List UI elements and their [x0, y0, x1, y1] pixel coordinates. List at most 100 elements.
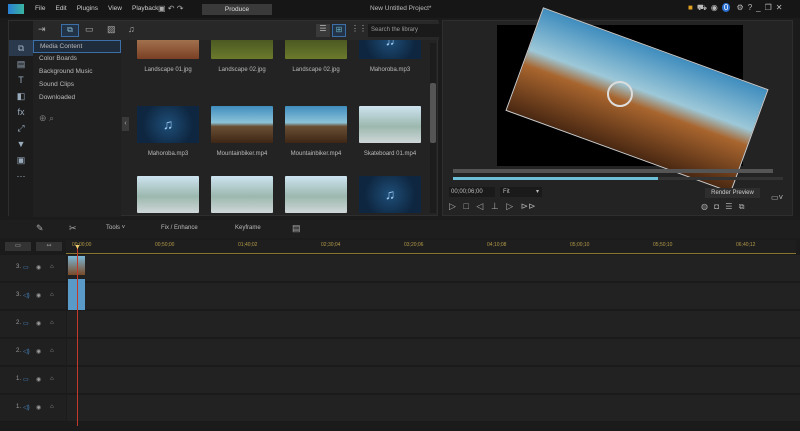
- track-lane[interactable]: [67, 367, 800, 394]
- media-thumbnail[interactable]: [359, 106, 421, 143]
- help-icon[interactable]: ?: [748, 3, 756, 12]
- media-thumbnail[interactable]: [211, 40, 273, 59]
- gift-icon[interactable]: ■: [688, 3, 697, 12]
- menu-file[interactable]: File: [35, 5, 45, 12]
- undo-redo[interactable]: ▣ ↶ ↷: [158, 4, 183, 13]
- playhead-marker-icon[interactable]: ▼: [74, 244, 81, 251]
- transition-room-icon[interactable]: ◧: [9, 88, 33, 104]
- scrollbar-thumb[interactable]: [430, 83, 436, 143]
- media-room-icon[interactable]: ⧉: [9, 40, 33, 56]
- display-mode-icon[interactable]: ▭˅: [771, 193, 783, 202]
- snapshot-icon[interactable]: ⊥: [491, 201, 499, 211]
- restore-icon[interactable]: ❐: [765, 3, 776, 12]
- media-filter-all-icon[interactable]: ⧉: [61, 24, 79, 37]
- produce-button[interactable]: Produce: [202, 4, 272, 15]
- media-thumbnail[interactable]: [285, 40, 347, 59]
- menu-view[interactable]: View: [108, 5, 122, 12]
- category-sound-clips[interactable]: Sound Clips: [33, 79, 121, 92]
- split-icon[interactable]: ✂: [69, 223, 77, 234]
- menu-plugins[interactable]: Plugins: [77, 5, 98, 12]
- notification-badge[interactable]: 0: [721, 3, 731, 12]
- lock-icon[interactable]: ⌂: [50, 320, 54, 326]
- fast-forward-icon[interactable]: ⊳⊳: [521, 201, 536, 211]
- subtitle-room-icon[interactable]: ▣: [9, 152, 33, 168]
- lock-icon[interactable]: ⌂: [50, 404, 54, 410]
- media-thumbnail[interactable]: ♫: [359, 176, 421, 213]
- cart-icon[interactable]: ⛟: [697, 3, 711, 12]
- render-preview-button[interactable]: Render Preview: [705, 188, 760, 198]
- library-scrollbar[interactable]: [430, 43, 436, 213]
- template-room-icon[interactable]: ▤: [9, 56, 33, 72]
- keyframe-button[interactable]: Keyframe: [235, 225, 261, 231]
- import-icon[interactable]: ⇥: [38, 24, 46, 35]
- next-frame-icon[interactable]: ▷: [506, 201, 513, 211]
- lock-icon[interactable]: ⌂: [50, 376, 54, 382]
- video-track-header[interactable]: 3. ▭ ◉ ⌂: [0, 255, 66, 282]
- sort-icon[interactable]: ⋮⋮: [351, 24, 367, 33]
- track-lane[interactable]: [67, 311, 800, 338]
- track-lane[interactable]: [67, 255, 800, 282]
- audio-track-header[interactable]: 2. ◁) ◉ ⌂: [0, 339, 66, 366]
- camera-icon[interactable]: ◘: [714, 202, 719, 211]
- track-lane[interactable]: [67, 339, 800, 366]
- visibility-icon[interactable]: ◉: [36, 404, 41, 411]
- rotate-handle-icon[interactable]: [607, 81, 633, 107]
- visibility-icon[interactable]: ◉: [36, 264, 41, 271]
- category-color-boards[interactable]: Color Boards: [33, 53, 121, 66]
- track-manager-icon[interactable]: ▭: [5, 242, 31, 251]
- subtitle-icon[interactable]: ☰: [725, 202, 732, 211]
- video-track-header[interactable]: 1. ▭ ◉ ⌂: [0, 367, 66, 394]
- video-track-header[interactable]: 2. ▭ ◉ ⌂: [0, 311, 66, 338]
- audio-track-header[interactable]: 1. ◁) ◉ ⌂: [0, 395, 66, 422]
- volume-icon[interactable]: ◍: [701, 202, 708, 211]
- stop-icon[interactable]: □: [463, 201, 468, 211]
- visibility-icon[interactable]: ◉: [36, 320, 41, 327]
- media-thumbnail[interactable]: [211, 106, 273, 143]
- visibility-icon[interactable]: ◉: [36, 348, 41, 355]
- media-thumbnail[interactable]: ♫: [137, 106, 199, 143]
- media-thumbnail[interactable]: [285, 106, 347, 143]
- timeline-ruler[interactable]: 00;00;00 00;50;00 01;40;02 02;30;04 03;20;06…: [66, 240, 796, 254]
- edit-icon[interactable]: ✎: [36, 223, 44, 234]
- video-filter-icon[interactable]: ▭: [85, 24, 94, 35]
- fit-dropdown[interactable]: Fit ▾: [500, 187, 542, 197]
- audio-filter-icon[interactable]: ♫: [128, 24, 135, 34]
- pip-room-icon[interactable]: ⤢: [9, 120, 33, 136]
- collapse-panel-icon[interactable]: ‹: [122, 117, 129, 131]
- window-controls[interactable]: ■⛟◉ 0 ⚙?_❐✕: [688, 3, 786, 13]
- add-tag-icon[interactable]: ⊕ ⌕: [33, 111, 121, 124]
- undock-icon[interactable]: ⧉: [739, 202, 745, 211]
- particle-room-icon[interactable]: ▼: [9, 136, 33, 152]
- play-icon[interactable]: ▷: [449, 201, 456, 211]
- settings-icon[interactable]: ⚙: [737, 3, 748, 12]
- category-background-music[interactable]: Background Music: [33, 66, 121, 79]
- media-thumbnail[interactable]: ♫: [359, 40, 421, 59]
- prev-frame-icon[interactable]: ◁: [476, 201, 483, 211]
- media-thumbnail[interactable]: [285, 176, 347, 213]
- preview-seek-bar[interactable]: [453, 177, 783, 180]
- lock-icon[interactable]: ⌂: [50, 264, 54, 270]
- playhead[interactable]: [77, 246, 78, 426]
- lock-icon[interactable]: ⌂: [50, 292, 54, 298]
- grid-view-icon[interactable]: ⊞: [332, 24, 346, 37]
- more-icon[interactable]: ⋯: [9, 168, 33, 184]
- menu-playback[interactable]: Playback: [132, 5, 158, 12]
- category-media-content[interactable]: Media Content: [33, 40, 121, 53]
- subtitle-icon[interactable]: ▤: [292, 223, 301, 234]
- image-filter-icon[interactable]: ▨: [107, 24, 116, 35]
- lock-icon[interactable]: ⌂: [50, 348, 54, 354]
- audio-track-header[interactable]: 3. ◁) ◉ ⌂: [0, 283, 66, 310]
- close-icon[interactable]: ✕: [776, 3, 787, 12]
- fit-timeline-icon[interactable]: ⇿: [36, 242, 62, 251]
- minimize-icon[interactable]: _: [756, 3, 764, 12]
- preview-h-scrollbar[interactable]: [453, 169, 773, 173]
- track-lane[interactable]: [67, 283, 800, 310]
- visibility-icon[interactable]: ◉: [36, 376, 41, 383]
- account-icon[interactable]: ◉: [711, 3, 722, 12]
- media-thumbnail[interactable]: [137, 176, 199, 213]
- visibility-icon[interactable]: ◉: [36, 292, 41, 299]
- fix-enhance-button[interactable]: Fix / Enhance: [161, 225, 198, 231]
- rotated-clip-frame[interactable]: [505, 7, 769, 193]
- preview-video[interactable]: [497, 7, 769, 193]
- title-room-icon[interactable]: T: [9, 72, 33, 88]
